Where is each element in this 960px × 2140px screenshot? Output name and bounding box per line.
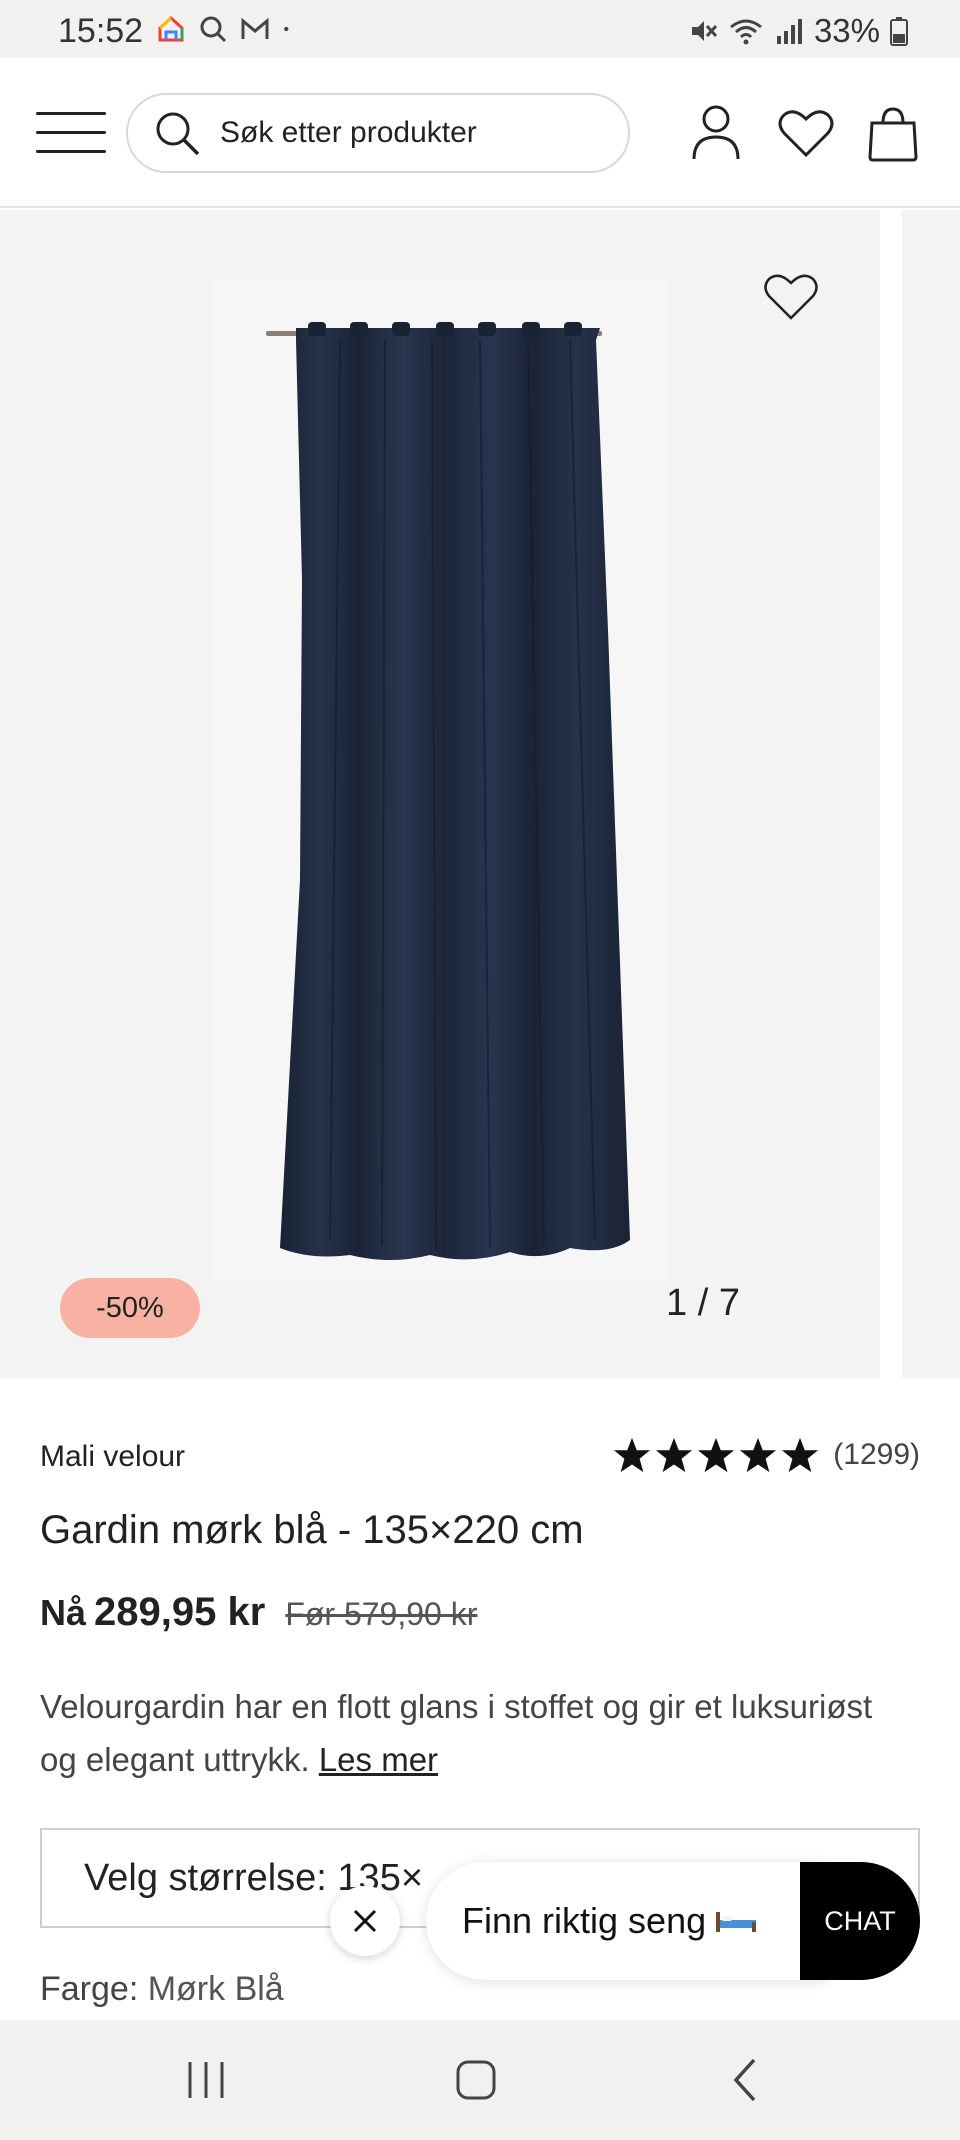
site-header: Søk etter produkter bbox=[0, 58, 960, 208]
close-icon bbox=[353, 1909, 377, 1933]
battery-percent: 33% bbox=[813, 12, 880, 49]
curtain-image bbox=[266, 322, 630, 1260]
chat-button[interactable]: CHAT bbox=[800, 1862, 920, 1980]
product-title: Gardin mørk blå - 135×220 cm bbox=[40, 1508, 584, 1552]
status-bar: 15:52 33% bbox=[0, 0, 960, 58]
price-before: Før 579,90 kr bbox=[285, 1596, 478, 1632]
product-gallery[interactable]: -50% 1 / 7 bbox=[0, 210, 960, 1378]
chat-prompt-bubble[interactable]: Finn riktig seng bbox=[426, 1862, 826, 1980]
home-nav-icon[interactable] bbox=[446, 2050, 506, 2110]
wifi-icon bbox=[730, 19, 762, 45]
cart-icon[interactable] bbox=[866, 103, 920, 163]
price-now-label: Nå bbox=[40, 1592, 87, 1633]
chat-prompt-text: Finn riktig seng bbox=[462, 1900, 707, 1941]
add-to-wishlist-heart-icon[interactable] bbox=[762, 270, 820, 322]
product-brand[interactable]: Mali velour bbox=[40, 1440, 185, 1474]
search-input[interactable]: Søk etter produkter bbox=[126, 93, 630, 173]
slide-counter: 1 / 7 bbox=[666, 1282, 740, 1324]
star-icon bbox=[740, 1437, 777, 1473]
search-placeholder: Søk etter produkter bbox=[220, 116, 477, 149]
color-row: Farge: Mørk Blå bbox=[40, 1970, 284, 2009]
bed-icon bbox=[716, 1912, 757, 1932]
close-chat-prompt-button[interactable] bbox=[330, 1886, 400, 1956]
mute-icon bbox=[691, 21, 718, 41]
star-icon bbox=[698, 1437, 735, 1473]
status-system-icons: 33% bbox=[688, 12, 908, 50]
search-icon bbox=[200, 16, 227, 43]
recent-apps-icon[interactable] bbox=[176, 2050, 236, 2110]
color-value: Mørk Blå bbox=[147, 1970, 284, 2008]
review-count: (1299) bbox=[833, 1438, 920, 1471]
price-row: Nå 289,95 kr Før 579,90 kr bbox=[40, 1590, 477, 1635]
gmail-icon bbox=[241, 17, 269, 39]
menu-button[interactable] bbox=[36, 110, 106, 156]
status-notification-icons bbox=[156, 14, 298, 44]
price-now: 289,95 kr bbox=[94, 1590, 266, 1634]
product-rating[interactable]: (1299) bbox=[613, 1436, 920, 1474]
product-description: Velourgardin har en flott glans i stoffe… bbox=[40, 1680, 900, 1786]
next-slide-peek[interactable] bbox=[902, 210, 960, 1378]
dot-icon bbox=[284, 26, 289, 32]
back-icon[interactable] bbox=[716, 2050, 776, 2110]
read-more-link[interactable]: Les mer bbox=[319, 1741, 438, 1778]
color-label: Farge: bbox=[40, 1970, 139, 2008]
gallery-slide[interactable]: -50% 1 / 7 bbox=[0, 210, 880, 1378]
star-icon bbox=[614, 1437, 651, 1473]
status-time: 15:52 bbox=[58, 12, 144, 50]
search-icon bbox=[156, 112, 200, 156]
star-icon bbox=[656, 1437, 693, 1473]
description-text: Velourgardin har en flott glans i stoffe… bbox=[40, 1688, 873, 1778]
wishlist-icon[interactable] bbox=[776, 103, 836, 163]
product-image[interactable] bbox=[210, 280, 670, 1280]
battery-icon bbox=[890, 17, 908, 46]
star-icon bbox=[782, 1437, 819, 1473]
discount-badge: -50% bbox=[60, 1278, 200, 1338]
account-icon[interactable] bbox=[688, 103, 744, 163]
home-icon bbox=[158, 15, 184, 42]
system-nav-bar bbox=[0, 2020, 960, 2140]
signal-icon bbox=[776, 19, 802, 44]
